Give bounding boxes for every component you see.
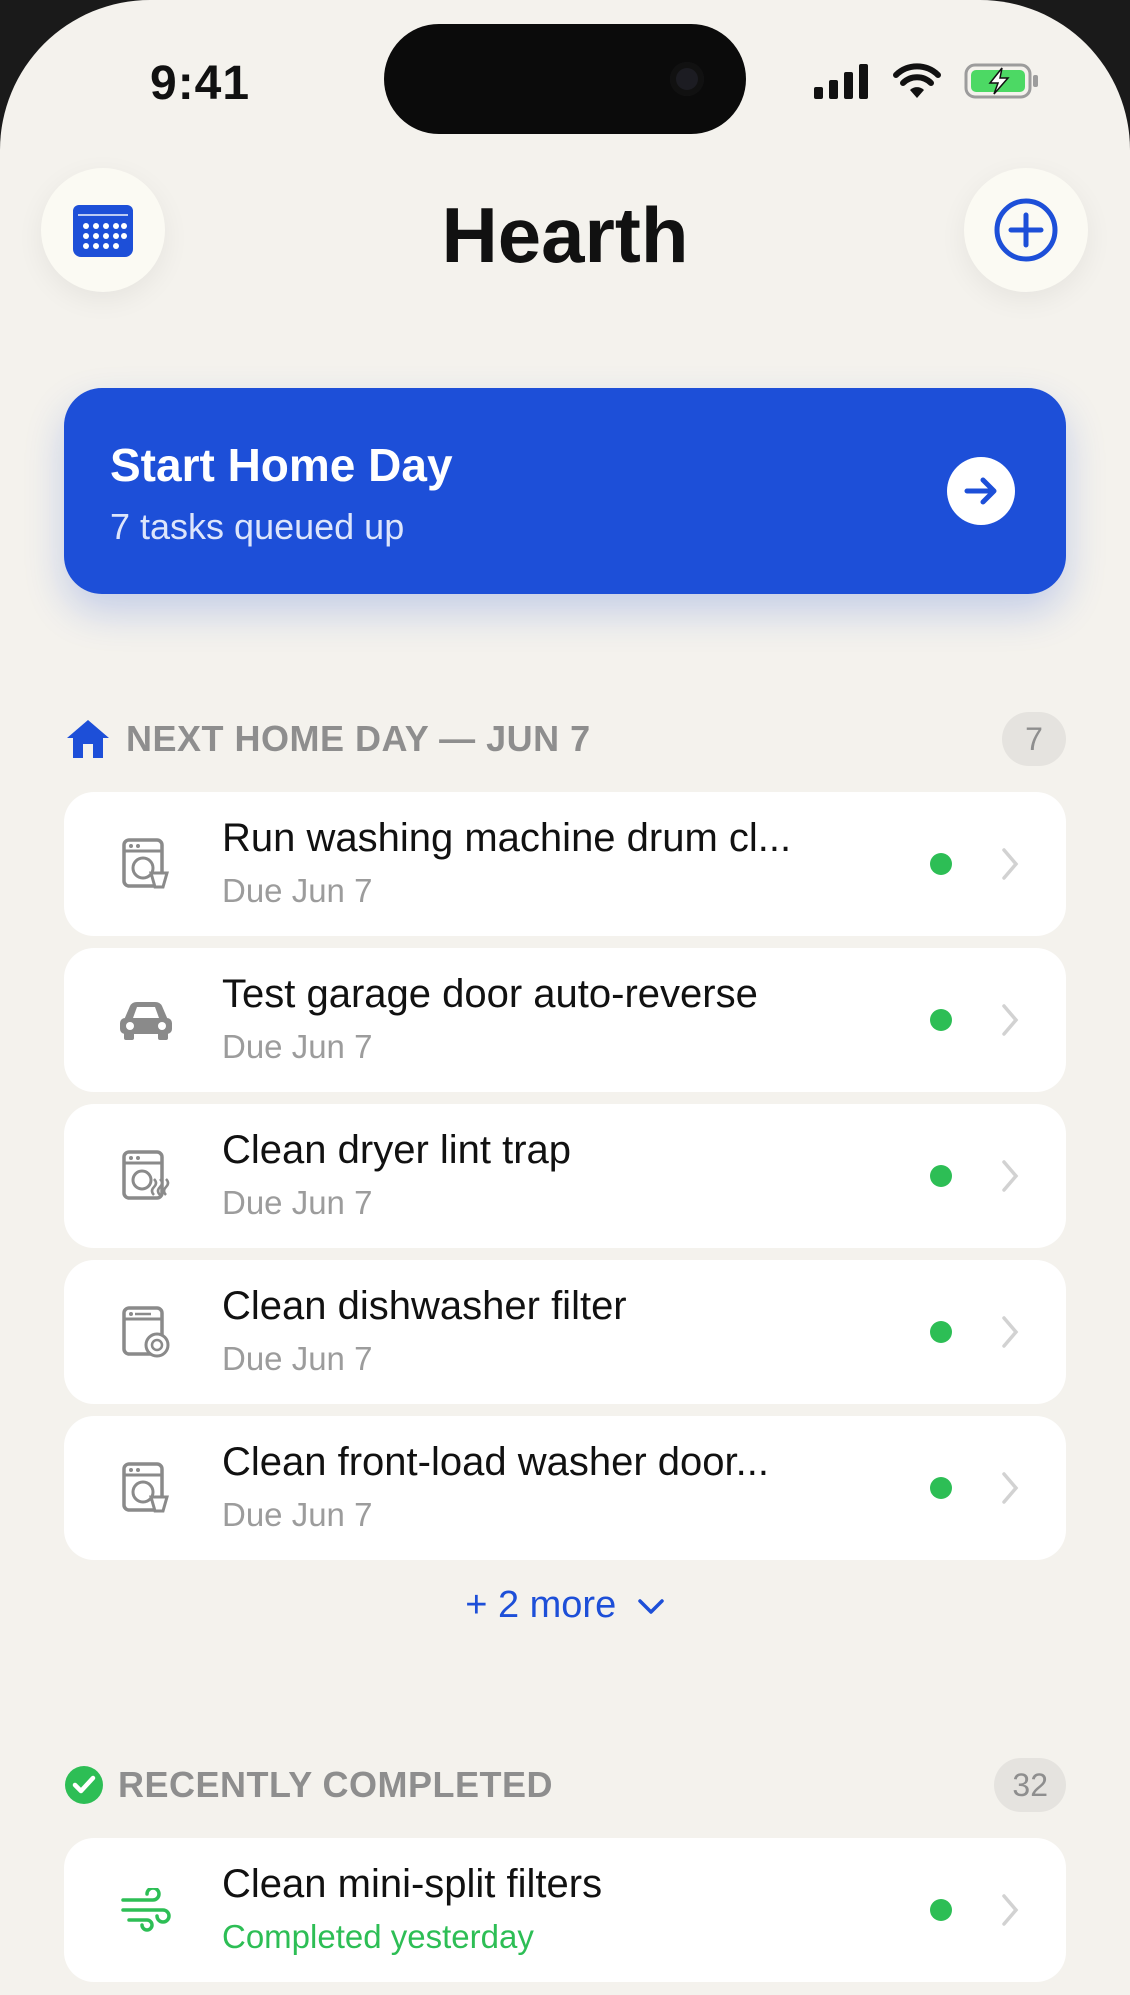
task-due: Due Jun 7 bbox=[222, 1028, 373, 1065]
dynamic-island bbox=[384, 24, 746, 134]
chevron-right-icon bbox=[1002, 1472, 1019, 1504]
chevron-down-icon bbox=[638, 1599, 664, 1614]
task-title: Clean dryer lint trap bbox=[222, 1128, 572, 1172]
status-dot bbox=[930, 853, 952, 875]
plus-circle-icon bbox=[994, 198, 1058, 262]
task-title: Clean dishwasher filter bbox=[222, 1284, 627, 1328]
house-icon bbox=[67, 720, 109, 758]
car-icon bbox=[116, 990, 176, 1050]
chevron-right-icon bbox=[1002, 1160, 1019, 1192]
more-label: + 2 more bbox=[465, 1584, 617, 1626]
chevron-right-icon bbox=[1002, 1894, 1019, 1926]
task-title: Run washing machine drum cl... bbox=[222, 816, 792, 860]
completed-count-badge: 32 bbox=[994, 1758, 1066, 1812]
task-due: Due Jun 7 bbox=[222, 1496, 373, 1533]
status-dot bbox=[930, 1165, 952, 1187]
show-more-link[interactable]: + 2 more bbox=[0, 1584, 1130, 1627]
task-card[interactable]: Clean dryer lint trap Due Jun 7 bbox=[64, 1104, 1066, 1248]
section-label: RECENTLY COMPLETED bbox=[118, 1764, 554, 1805]
start-home-day-banner[interactable]: Start Home Day 7 tasks queued up bbox=[64, 388, 1066, 594]
banner-subtitle: 7 tasks queued up bbox=[110, 506, 405, 547]
task-card[interactable]: Clean front-load washer door... Due Jun … bbox=[64, 1416, 1066, 1560]
task-count-badge: 7 bbox=[1002, 712, 1066, 766]
phone-screen: 9:41 Hearth Start Home Day 7 tasks queue… bbox=[0, 0, 1130, 1995]
task-card[interactable]: Run washing machine drum cl... Due Jun 7 bbox=[64, 792, 1066, 936]
washing-machine-icon bbox=[116, 1458, 176, 1518]
status-dot bbox=[930, 1321, 952, 1343]
task-card[interactable]: Clean dishwasher filter Due Jun 7 bbox=[64, 1260, 1066, 1404]
next-home-day-header: NEXT HOME DAY — JUN 7 7 bbox=[64, 712, 1066, 766]
task-title: Clean mini-split filters bbox=[222, 1862, 603, 1906]
check-circle-icon bbox=[65, 1766, 103, 1804]
status-time: 9:41 bbox=[150, 57, 251, 110]
app-title: Hearth bbox=[441, 191, 689, 279]
task-due: Due Jun 7 bbox=[222, 1184, 373, 1221]
wind-icon bbox=[116, 1880, 176, 1940]
wifi-icon bbox=[893, 63, 941, 98]
task-title: Clean front-load washer door... bbox=[222, 1440, 769, 1484]
completed-task-card[interactable]: Clean mini-split filters Completed yeste… bbox=[64, 1838, 1066, 1982]
status-dot bbox=[930, 1477, 952, 1499]
arrow-right-icon bbox=[964, 477, 997, 505]
chevron-right-icon bbox=[1002, 848, 1019, 880]
task-card[interactable]: Test garage door auto-reverse Due Jun 7 bbox=[64, 948, 1066, 1092]
battery-icon bbox=[964, 63, 1038, 99]
task-due: Due Jun 7 bbox=[222, 872, 373, 909]
status-dot bbox=[930, 1899, 952, 1921]
task-due: Due Jun 7 bbox=[222, 1340, 373, 1377]
washing-machine-icon bbox=[116, 834, 176, 894]
status-dot bbox=[930, 1009, 952, 1031]
dishwasher-icon bbox=[116, 1302, 176, 1362]
banner-arrow-button[interactable] bbox=[947, 457, 1015, 525]
status-icons bbox=[814, 62, 1040, 100]
dryer-icon bbox=[116, 1146, 176, 1206]
task-status: Completed yesterday bbox=[222, 1918, 534, 1955]
chevron-right-icon bbox=[1002, 1004, 1019, 1036]
chevron-right-icon bbox=[1002, 1316, 1019, 1348]
recently-completed-header: RECENTLY COMPLETED 32 bbox=[64, 1758, 1066, 1812]
signal-icon bbox=[814, 64, 868, 99]
add-task-button[interactable] bbox=[964, 168, 1088, 292]
task-title: Test garage door auto-reverse bbox=[222, 972, 758, 1016]
banner-title: Start Home Day bbox=[110, 439, 453, 491]
section-label: NEXT HOME DAY — JUN 7 bbox=[126, 718, 591, 759]
